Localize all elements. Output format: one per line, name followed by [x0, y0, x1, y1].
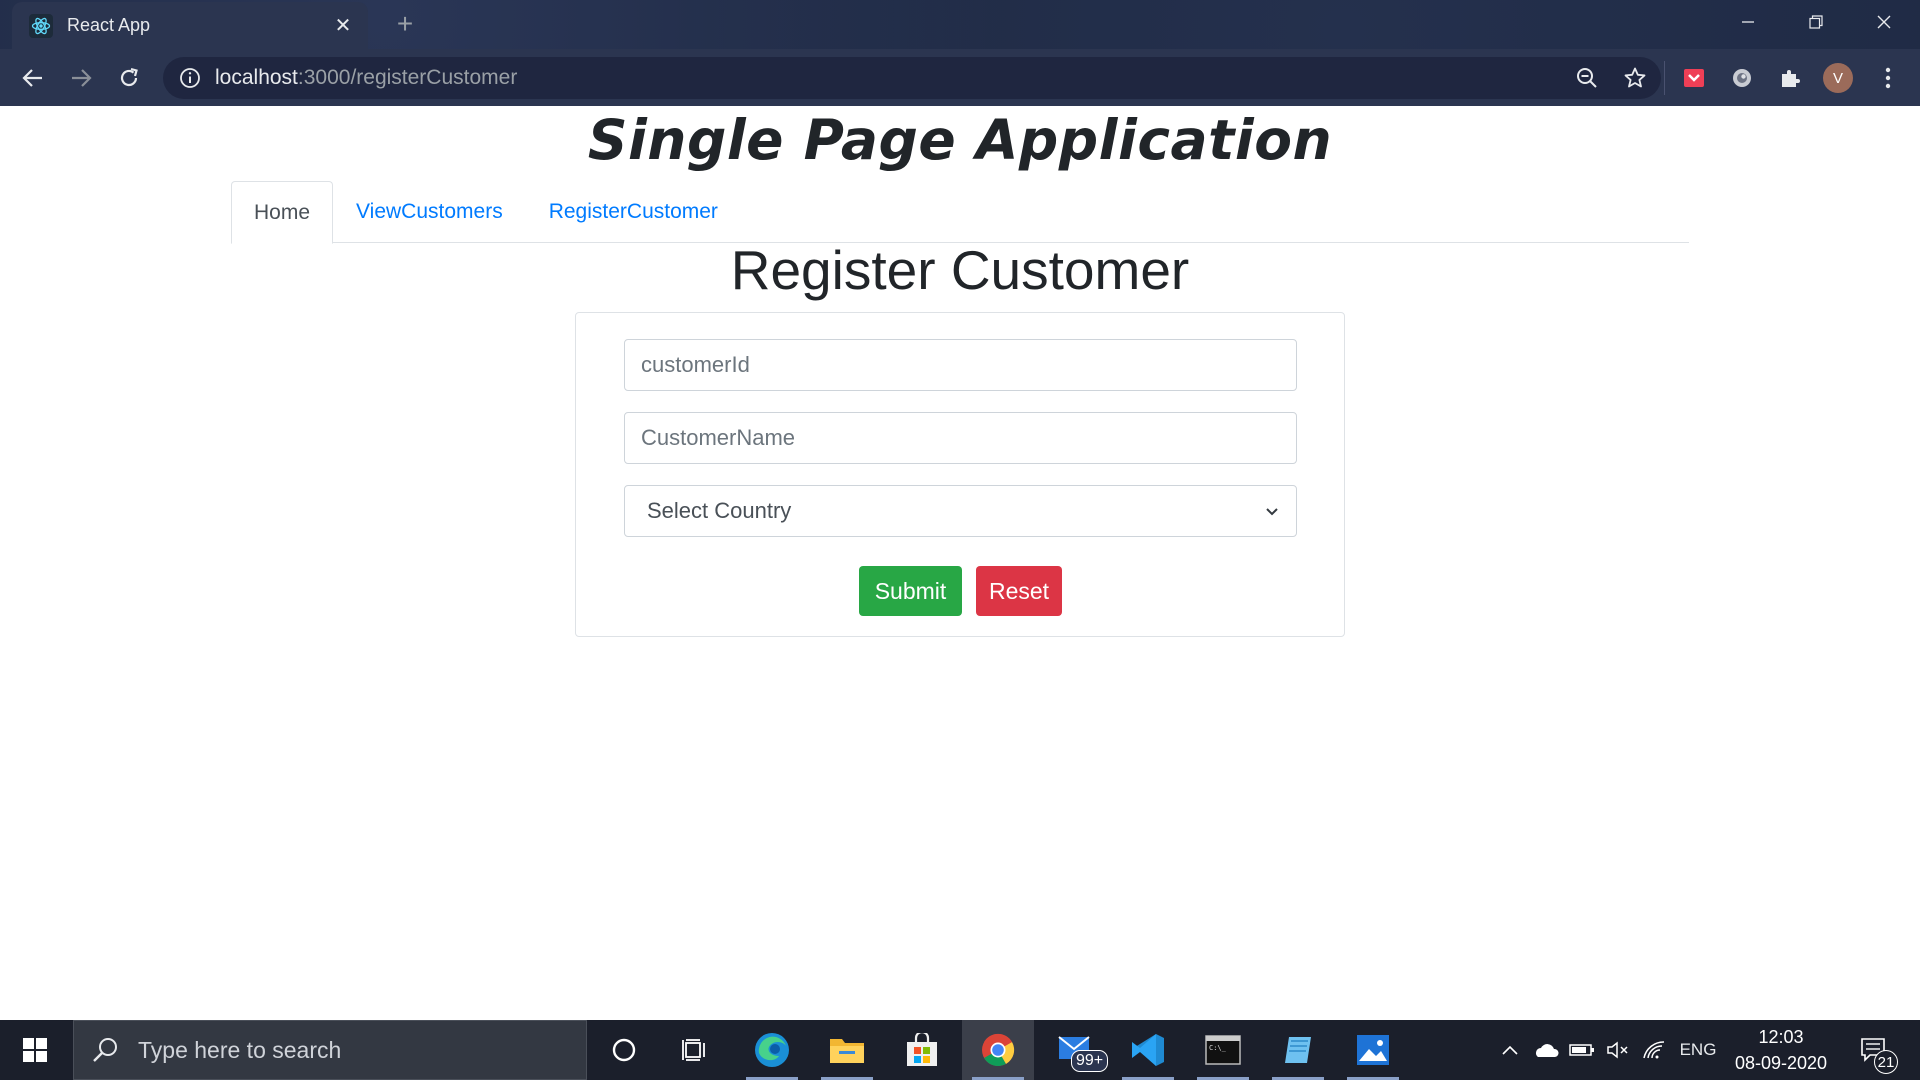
- search-icon: [93, 1038, 117, 1062]
- extensions-puzzle-icon[interactable]: [1773, 61, 1807, 95]
- mail-icon[interactable]: 99+: [1041, 1020, 1113, 1080]
- nav-tab-home[interactable]: Home: [231, 181, 334, 244]
- taskbar-search[interactable]: Type here to search: [73, 1020, 587, 1080]
- register-form-card: customerId CustomerName Select Country S…: [575, 312, 1345, 637]
- submit-button[interactable]: Submit: [859, 566, 962, 616]
- back-icon[interactable]: [14, 59, 52, 97]
- address-bar[interactable]: localhost:3000/registerCustomer: [163, 57, 1661, 99]
- reset-button[interactable]: Reset: [976, 566, 1062, 616]
- reload-icon[interactable]: [110, 59, 148, 97]
- mail-badge: 99+: [1071, 1050, 1109, 1072]
- chevron-down-icon: [1266, 508, 1278, 516]
- zoom-out-icon[interactable]: [1570, 61, 1604, 95]
- close-tab-icon[interactable]: ✕: [328, 11, 358, 41]
- customer-name-input[interactable]: CustomerName: [624, 412, 1297, 464]
- restore-icon[interactable]: [1794, 4, 1838, 40]
- app-title: Single Page Application: [587, 108, 1333, 172]
- react-icon: [29, 13, 53, 38]
- clock-time: 12:03: [1758, 1027, 1804, 1047]
- nav-tabs: Home ViewCustomers RegisterCustomer: [231, 181, 1689, 244]
- windows-taskbar: Type here to search 99+ C:\_ ENG 12:03 0…: [0, 1020, 1920, 1080]
- country-select-value: Select Country: [647, 498, 792, 523]
- toolbar-divider: [1664, 61, 1665, 95]
- edge-browser-icon[interactable]: [736, 1020, 808, 1080]
- notepad-icon[interactable]: [1262, 1020, 1334, 1080]
- taskbar-clock[interactable]: 12:03 08-09-2020: [1728, 1024, 1834, 1076]
- menu-kebab-icon[interactable]: [1871, 61, 1905, 95]
- notification-center-icon[interactable]: 21: [1848, 1020, 1900, 1080]
- vscode-icon[interactable]: [1112, 1020, 1184, 1080]
- bookmark-star-icon[interactable]: [1618, 61, 1652, 95]
- tab-title: React App: [67, 15, 151, 35]
- chrome-icon[interactable]: [962, 1020, 1034, 1080]
- svg-text:C:\_: C:\_: [1209, 1044, 1227, 1052]
- pocket-extension-icon[interactable]: [1677, 61, 1711, 95]
- battery-icon[interactable]: [1566, 1020, 1598, 1080]
- profile-avatar[interactable]: V: [1821, 61, 1855, 95]
- page-content: Single Page Application Home ViewCustome…: [0, 106, 1920, 1020]
- browser-toolbar: localhost:3000/registerCustomer V: [0, 49, 1920, 106]
- search-placeholder: Type here to search: [138, 1036, 342, 1063]
- customer-id-input[interactable]: customerId: [624, 339, 1297, 391]
- minimize-icon[interactable]: [1726, 4, 1770, 40]
- browser-tab-strip: React App ✕ +: [0, 0, 1920, 49]
- cortana-icon[interactable]: [588, 1020, 660, 1080]
- country-select[interactable]: Select Country: [624, 485, 1297, 537]
- clock-date: 08-09-2020: [1734, 1053, 1828, 1073]
- browser-tab[interactable]: React App ✕: [12, 2, 368, 49]
- forward-icon[interactable]: [62, 59, 100, 97]
- microsoft-store-icon[interactable]: [886, 1020, 958, 1080]
- wifi-icon[interactable]: [1638, 1020, 1670, 1080]
- site-info-icon[interactable]: [179, 67, 201, 89]
- windows-start-icon[interactable]: [0, 1020, 70, 1080]
- volume-muted-icon[interactable]: [1602, 1020, 1634, 1080]
- photos-icon[interactable]: [1337, 1020, 1409, 1080]
- nav-tab-register-customer[interactable]: RegisterCustomer: [526, 181, 741, 243]
- language-indicator[interactable]: ENG: [1676, 1020, 1720, 1080]
- task-view-icon[interactable]: [660, 1020, 732, 1080]
- form-heading: Register Customer: [730, 239, 1190, 301]
- new-tab-icon[interactable]: +: [390, 8, 420, 40]
- url-text: localhost:3000/registerCustomer: [215, 66, 518, 89]
- file-explorer-icon[interactable]: [811, 1020, 883, 1080]
- show-hidden-icons-icon[interactable]: [1496, 1020, 1524, 1080]
- notification-count-badge: 21: [1874, 1050, 1898, 1074]
- nav-tab-view-customers[interactable]: ViewCustomers: [333, 181, 526, 243]
- close-window-icon[interactable]: [1862, 4, 1906, 40]
- onedrive-icon[interactable]: [1530, 1020, 1562, 1080]
- extension-circle-icon[interactable]: [1725, 61, 1759, 95]
- terminal-icon[interactable]: C:\_: [1187, 1020, 1259, 1080]
